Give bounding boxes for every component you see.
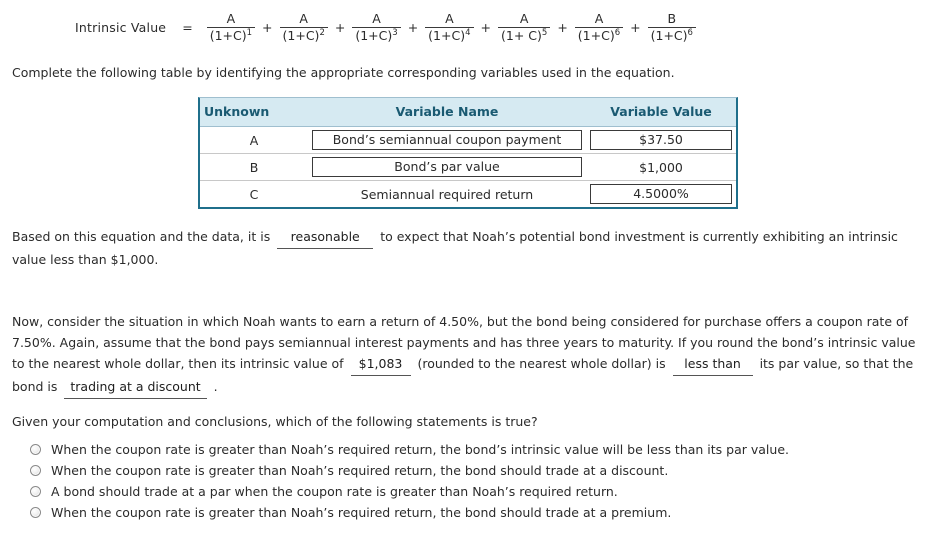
row-b-unknown: B: [200, 153, 308, 181]
equation-plus-3: +: [407, 19, 419, 35]
equation-term-2: A (1+C)2: [279, 11, 328, 43]
term-2-denominator: (1+C)2: [282, 27, 325, 43]
equation-plus-1: +: [262, 19, 273, 35]
row-b-name-cell: Bond’s par value: [308, 153, 586, 181]
option-label-1[interactable]: When the coupon rate is greater than Noa…: [51, 440, 789, 459]
row-c-unknown: C: [249, 186, 259, 202]
term-5-denominator: (1+ C)5: [501, 27, 548, 43]
table-row: C Semiannual required return 4.5000%: [200, 181, 736, 208]
column-header-variable-name: Variable Name: [308, 98, 586, 127]
row-a-value-cell: $37.50: [586, 126, 736, 154]
column-header-unknown: Unknown: [200, 98, 308, 127]
row-a-variable-name-field[interactable]: Bond’s semiannual coupon payment: [312, 130, 582, 150]
table-row: A Bond’s semiannual coupon payment $37.5…: [200, 126, 736, 154]
radio-button-icon[interactable]: [30, 465, 41, 476]
equation-plus-2: +: [334, 19, 346, 35]
comparison-blank-dropdown[interactable]: less than: [672, 353, 753, 376]
term-2-numerator: A: [299, 11, 308, 27]
based-on-text-part1: Based on this equation and the data, it …: [12, 229, 271, 244]
intrinsic-value-blank[interactable]: $1,083: [350, 353, 411, 376]
equation-label: Intrinsic Value: [75, 19, 167, 35]
equation-term-3: A (1+C)3: [352, 11, 401, 43]
table-row: B Bond’s par value $1,000: [200, 153, 736, 181]
equation-plus-4: +: [480, 19, 491, 35]
option-row-3[interactable]: A bond should trade at a par when the co…: [30, 482, 910, 503]
radio-button-icon[interactable]: [30, 486, 41, 497]
term-3-denominator: (1+C)3: [355, 27, 398, 43]
column-header-variable-value: Variable Value: [586, 98, 736, 127]
row-a-unknown: A: [200, 126, 308, 154]
row-b-variable-name-field[interactable]: Bond’s par value: [312, 157, 582, 177]
term-6-denominator: (1+C)6: [577, 27, 621, 43]
equation-plus-5: +: [557, 19, 568, 35]
equation-equals-sign: =: [182, 19, 193, 35]
trading-blank-dropdown[interactable]: trading at a discount: [64, 376, 207, 399]
option-label-2[interactable]: When the coupon rate is greater than Noa…: [51, 461, 668, 480]
equation-term-5: A (1+ C)5: [498, 11, 551, 43]
based-on-paragraph: Based on this equation and the data, it …: [12, 226, 930, 270]
term-7-numerator: B: [667, 11, 677, 27]
row-c-name-cell: Semiannual required return: [308, 181, 586, 208]
term-1-numerator: A: [226, 11, 236, 27]
equation-plus-6: +: [630, 19, 641, 35]
term-4-numerator: A: [445, 11, 454, 27]
radio-button-icon[interactable]: [30, 444, 41, 455]
equation-term-6: A (1+C)6: [574, 11, 624, 43]
term-4-denominator: (1+C)4: [428, 27, 471, 43]
option-label-3[interactable]: A bond should trade at a par when the co…: [51, 482, 618, 501]
row-c-variable-name-text: Semiannual required return: [360, 186, 534, 202]
term-5-numerator: A: [519, 11, 529, 27]
row-c-value-cell: 4.5000%: [586, 181, 736, 208]
now-consider-paragraph: Now, consider the situation in which Noa…: [12, 311, 927, 399]
instruction-text: Complete the following table by identify…: [12, 65, 675, 80]
variable-table: Unknown Variable Name Variable Value A B…: [198, 97, 738, 209]
term-6-numerator: A: [594, 11, 604, 27]
option-row-2[interactable]: When the coupon rate is greater than Noa…: [30, 461, 910, 482]
table-header-row: Unknown Variable Name Variable Value: [200, 98, 736, 127]
intrinsic-value-equation: Intrinsic Value = A (1+C)1 + A (1+C)2 + …: [0, 2, 945, 52]
option-label-4[interactable]: When the coupon rate is greater than Noa…: [51, 503, 671, 522]
equation-term-7: B (1+C)6: [647, 11, 696, 43]
now-consider-text-part4: .: [213, 379, 218, 394]
row-a-variable-value-field[interactable]: $37.50: [590, 130, 732, 150]
row-b-variable-value-text: $1,000: [639, 159, 683, 175]
term-1-denominator: (1+C)1: [209, 27, 253, 43]
option-row-4[interactable]: When the coupon rate is greater than Noa…: [30, 503, 910, 524]
row-b-value-cell: $1,000: [586, 153, 736, 181]
answer-options-group: When the coupon rate is greater than Noa…: [30, 440, 910, 524]
row-a-name-cell: Bond’s semiannual coupon payment: [308, 126, 586, 154]
now-consider-text-part2: (rounded to the nearest whole dollar) is: [417, 356, 666, 371]
equation-term-4: A (1+C)4: [425, 11, 474, 43]
radio-button-icon[interactable]: [30, 507, 41, 518]
question-text: Given your computation and conclusions, …: [12, 414, 538, 429]
option-row-1[interactable]: When the coupon rate is greater than Noa…: [30, 440, 910, 461]
term-3-numerator: A: [372, 11, 381, 27]
equation-term-1: A (1+C)1: [206, 11, 256, 43]
row-c-variable-value-field[interactable]: 4.5000%: [590, 184, 732, 204]
reasonable-blank-dropdown[interactable]: reasonable: [277, 226, 374, 249]
term-7-denominator: (1+C)6: [650, 27, 693, 43]
